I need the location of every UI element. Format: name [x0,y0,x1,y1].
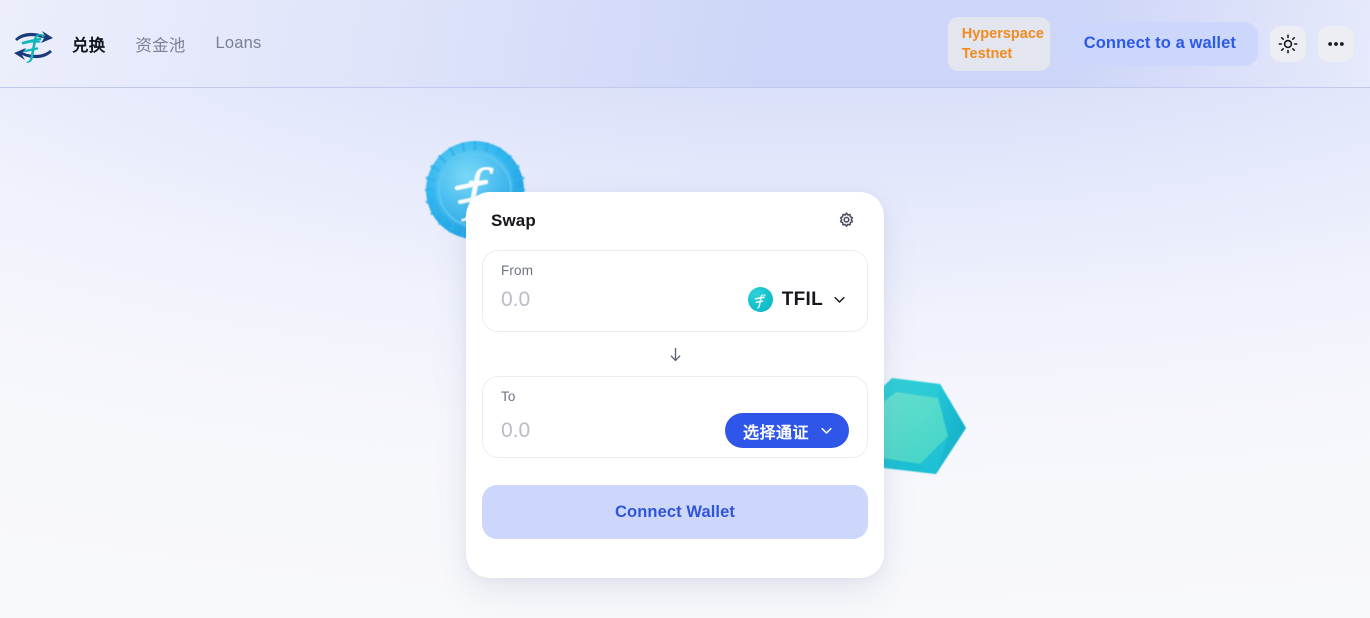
swap-to-token-select-button[interactable]: 选择通证 [724,413,849,448]
swap-to-row: 选择通证 [501,413,849,448]
nav-item-swap[interactable]: 兑换 [72,32,105,56]
chevron-down-icon [821,427,832,434]
select-token-label: 选择通证 [742,424,809,442]
tfil-token-icon: f [747,287,773,312]
network-badge-line1: Hyperspace [961,25,1044,42]
theme-toggle-button[interactable] [1270,25,1306,62]
sun-icon [1278,34,1298,53]
swap-from-amount-input[interactable] [501,287,721,312]
swap-card: Swap From f [466,192,884,578]
swap-card-header: Swap [482,192,868,250]
page-background: f f 兑换 资金池 Loans Hyperspace Testnet Conn… [0,0,1370,618]
swap-from-token-symbol: TFIL [781,288,823,310]
swap-to-label: To [501,389,516,404]
tfil-glyph-icon: f [754,292,765,310]
connect-to-wallet-button[interactable]: Connect to a wallet [1061,21,1258,66]
connect-wallet-button[interactable]: Connect Wallet [482,485,868,539]
filecoin-swap-logo-icon: f [14,30,53,65]
nav-item-pool[interactable]: 资金池 [135,32,185,56]
chevron-down-icon [834,296,845,303]
swap-direction-row [482,332,868,376]
arrow-down-icon [670,347,680,361]
network-badge[interactable]: Hyperspace Testnet [947,16,1050,71]
network-badge-line2: Testnet [961,45,1013,62]
app-header: f 兑换 资金池 Loans Hyperspace Testnet Connec… [0,0,1370,88]
header-actions: Hyperspace Testnet Connect to a wallet [947,16,1370,71]
swap-direction-button[interactable] [660,339,690,369]
swap-from-field: From f TFIL [482,250,868,332]
page-title: Swap [491,211,536,230]
swap-to-field: To 选择通证 [482,376,868,458]
main-nav: 兑换 资金池 Loans [72,32,261,56]
swap-from-row: f TFIL [501,287,849,312]
swap-from-label: From [501,263,534,278]
ellipsis-icon [1328,41,1344,46]
more-menu-button[interactable] [1318,25,1354,62]
gear-icon [839,211,853,227]
app-logo[interactable]: f [0,0,68,88]
swap-from-token-select[interactable]: f TFIL [747,287,849,312]
swap-settings-button[interactable] [833,208,859,234]
svg-text:f: f [756,292,765,310]
swap-to-amount-input[interactable] [501,418,721,443]
nav-item-loans[interactable]: Loans [216,34,262,53]
